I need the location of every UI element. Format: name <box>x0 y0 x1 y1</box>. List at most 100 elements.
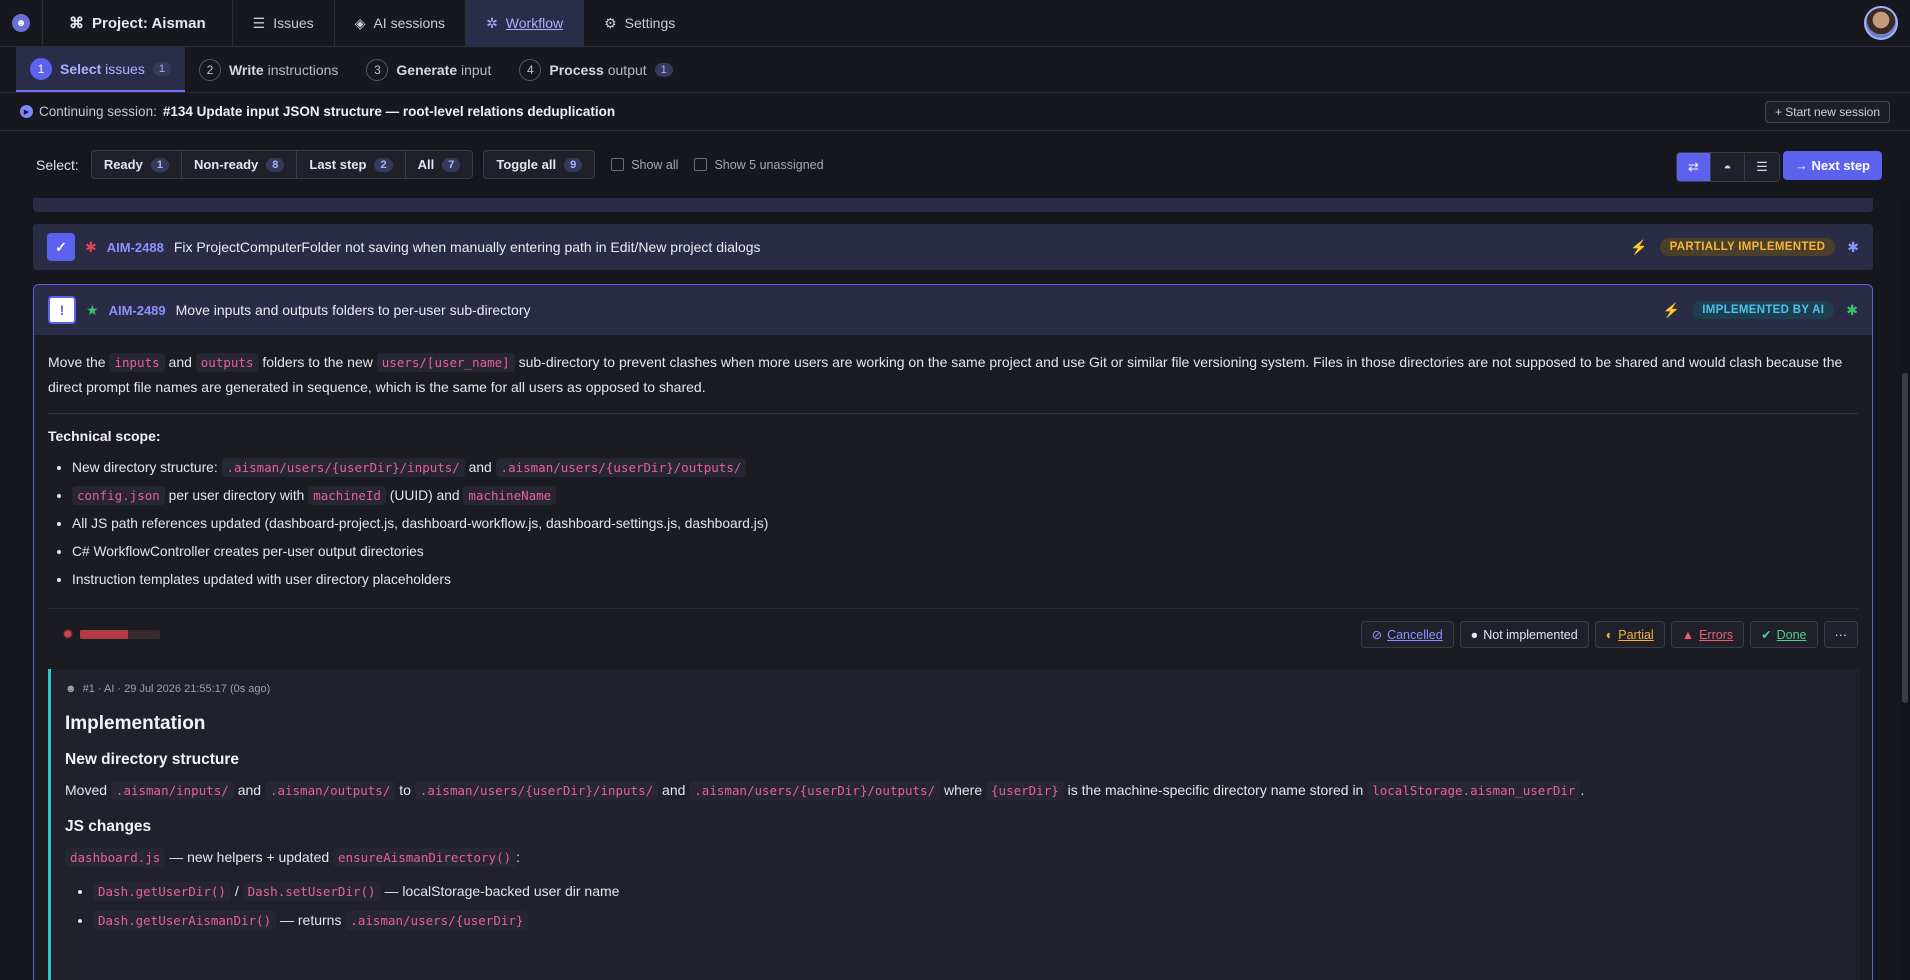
nav-ai-sessions[interactable]: ◈ AI sessions <box>335 0 467 46</box>
step-process-output[interactable]: 4 Process output 1 <box>505 47 686 92</box>
nav-settings[interactable]: ⚙ Settings <box>584 0 695 46</box>
done-button[interactable]: ✔ Done <box>1750 621 1818 648</box>
checklist-icon[interactable]: ☰ <box>1745 153 1779 181</box>
nonready-label: Non-ready <box>193 157 259 172</box>
scope-code: .aisman/users/{userDir}/inputs/ <box>221 458 465 477</box>
note-text: : <box>516 849 521 865</box>
workflow-steps: 1 Select issues 1 2 Write instructions 3… <box>0 47 1910 93</box>
note-text: Moved <box>65 782 108 798</box>
step-generate-input[interactable]: 3 Generate input <box>352 47 505 92</box>
select-all-button[interactable]: All 7 <box>406 151 473 178</box>
issue-header[interactable]: ! ★ AIM-2489 Move inputs and outputs fol… <box>34 285 1872 335</box>
view-mode-group: ⇄ ◓ ☰ <box>1676 152 1780 182</box>
note-heading: Implementation <box>65 713 206 734</box>
scope-text: (UUID) and <box>389 488 460 503</box>
scope-item: C# WorkflowController creates per-user o… <box>72 538 1858 566</box>
select-ready-button[interactable]: Ready 1 <box>92 151 182 178</box>
issue-id[interactable]: AIM-2489 <box>109 303 166 318</box>
issue-id[interactable]: AIM-2488 <box>107 240 164 255</box>
select-nonready-button[interactable]: Non-ready 8 <box>182 151 298 178</box>
step-label: output <box>607 61 647 78</box>
nav-project[interactable]: ⌘ Project: Aisman <box>43 0 233 46</box>
errors-label: Errors <box>1699 627 1734 642</box>
star-icon: ★ <box>86 301 99 318</box>
toggle-all-group: Toggle all 9 <box>483 150 596 179</box>
note-code: localStorage.aisman_userDir <box>1367 781 1581 800</box>
start-new-session-button[interactable]: + Start new session <box>1764 101 1890 123</box>
note-code: ensureAismanDirectory() <box>333 848 517 867</box>
scope-text: New directory structure: <box>72 460 218 475</box>
show-all-checkbox[interactable]: Show all <box>611 158 678 172</box>
avatar[interactable] <box>1864 6 1898 40</box>
status-badge: PARTIALLY IMPLEMENTED <box>1659 238 1836 256</box>
app-logo[interactable]: ☻ <box>0 0 43 46</box>
circle-icon: ● <box>1470 627 1479 642</box>
scrollbar[interactable] <box>1900 198 1910 980</box>
step-select-issues[interactable]: 1 Select issues 1 <box>16 47 185 92</box>
note-subheading: JS changes <box>65 818 152 835</box>
scope-text: and <box>468 460 492 475</box>
select-laststep-button[interactable]: Last step 2 <box>297 151 406 178</box>
scope-code: .aisman/users/{userDir}/outputs/ <box>495 458 747 477</box>
issue-description: Move the inputs and outputs folders to t… <box>34 335 1872 399</box>
note-text: . <box>1580 782 1585 798</box>
scope-title: Technical scope: <box>48 428 161 444</box>
note-code: .aisman/users/{userDir}/outputs/ <box>689 781 941 800</box>
not-implemented-button[interactable]: ● Not implemented <box>1459 621 1589 648</box>
nonready-count: 8 <box>266 157 285 172</box>
resolution-buttons: ⊘ Cancelled ● Not implemented ◐ Partial ▲ Er… <box>1360 621 1858 648</box>
more-button[interactable]: ··· <box>1823 621 1858 648</box>
previous-issue-row[interactable] <box>33 198 1873 212</box>
issue-checkbox[interactable]: ✓ <box>47 233 75 261</box>
desc-text: and <box>168 354 192 370</box>
toggle-all-button[interactable]: Toggle all 9 <box>484 151 594 178</box>
note-code: .aisman/users/{userDir}/inputs/ <box>414 781 659 800</box>
scrollbar-thumb[interactable] <box>1902 373 1908 703</box>
show-unassigned-label: Show 5 unassigned <box>714 157 824 172</box>
issue-row[interactable]: ✓ ✱ AIM-2488 Fix ProjectComputerFolder n… <box>33 224 1873 270</box>
all-count: 7 <box>442 157 461 172</box>
layers-icon: ◈ <box>354 14 366 31</box>
note-code: {userDir} <box>986 781 1064 800</box>
show-unassigned-checkbox[interactable]: Show 5 unassigned <box>694 157 824 172</box>
asterisk-icon: ✱ <box>1846 301 1858 318</box>
errors-button[interactable]: ▲ Errors <box>1670 621 1745 648</box>
partial-button[interactable]: ◐ Partial <box>1594 621 1665 648</box>
not-implemented-label: Not implemented <box>1483 627 1578 642</box>
nav-workflow[interactable]: ✲ Workflow <box>466 0 585 46</box>
ai-note: ☻ #1 · AI · 29 Jul 2026 21:55:17 (0s ago)… <box>48 669 1860 980</box>
select-label: Select: <box>36 156 79 173</box>
scope-code: config.json <box>72 486 165 505</box>
checkbox-box <box>694 158 708 171</box>
workflow-icon: ✲ <box>486 14 498 31</box>
hat-icon[interactable]: ◓ <box>1711 153 1745 181</box>
note-text: / <box>234 883 239 899</box>
toggle-all-label: Toggle all <box>496 157 557 172</box>
step-label: issues <box>105 60 145 77</box>
note-subheading: New directory structure <box>65 751 239 768</box>
next-step-button[interactable]: → Next step <box>1782 151 1882 180</box>
show-all-label: Show all <box>631 157 679 172</box>
note-list-item: Dash.getUserDir() / Dash.setUserDir() — … <box>93 877 1846 906</box>
step-write-instructions[interactable]: 2 Write instructions <box>185 47 352 92</box>
cancelled-button[interactable]: ⊘ Cancelled <box>1360 621 1454 648</box>
gear-icon: ⚙ <box>604 14 617 31</box>
nav-project-label: Project: Aisman <box>92 14 206 32</box>
note-text: and <box>237 782 262 798</box>
step-label-bold: Process <box>549 61 604 78</box>
note-text: and <box>662 782 686 798</box>
session-title: #134 Update input JSON structure — root-… <box>162 104 616 119</box>
scope-item: New directory structure: .aisman/users/{… <box>72 454 1858 482</box>
handshake-icon[interactable]: ⇄ <box>1677 153 1711 181</box>
note-meta: ☻ #1 · AI · 29 Jul 2026 21:55:17 (0s ago) <box>65 683 1846 695</box>
note-text: — localStorage-backed user dir name <box>384 883 620 899</box>
session-bar: ▶ Continuing session: #134 Update input … <box>0 93 1910 131</box>
note-code: .aisman/outputs/ <box>264 781 396 800</box>
toggle-all-count: 9 <box>564 157 583 172</box>
laststep-count: 2 <box>374 157 393 172</box>
issue-warning-checkbox[interactable]: ! <box>48 296 76 324</box>
nav-issues[interactable]: ☰ Issues <box>233 0 335 46</box>
note-paragraph: Moved .aisman/inputs/ and .aisman/output… <box>65 779 1846 802</box>
step-label-bold: Write <box>228 61 264 78</box>
asterisk-icon: ✱ <box>1847 238 1859 255</box>
